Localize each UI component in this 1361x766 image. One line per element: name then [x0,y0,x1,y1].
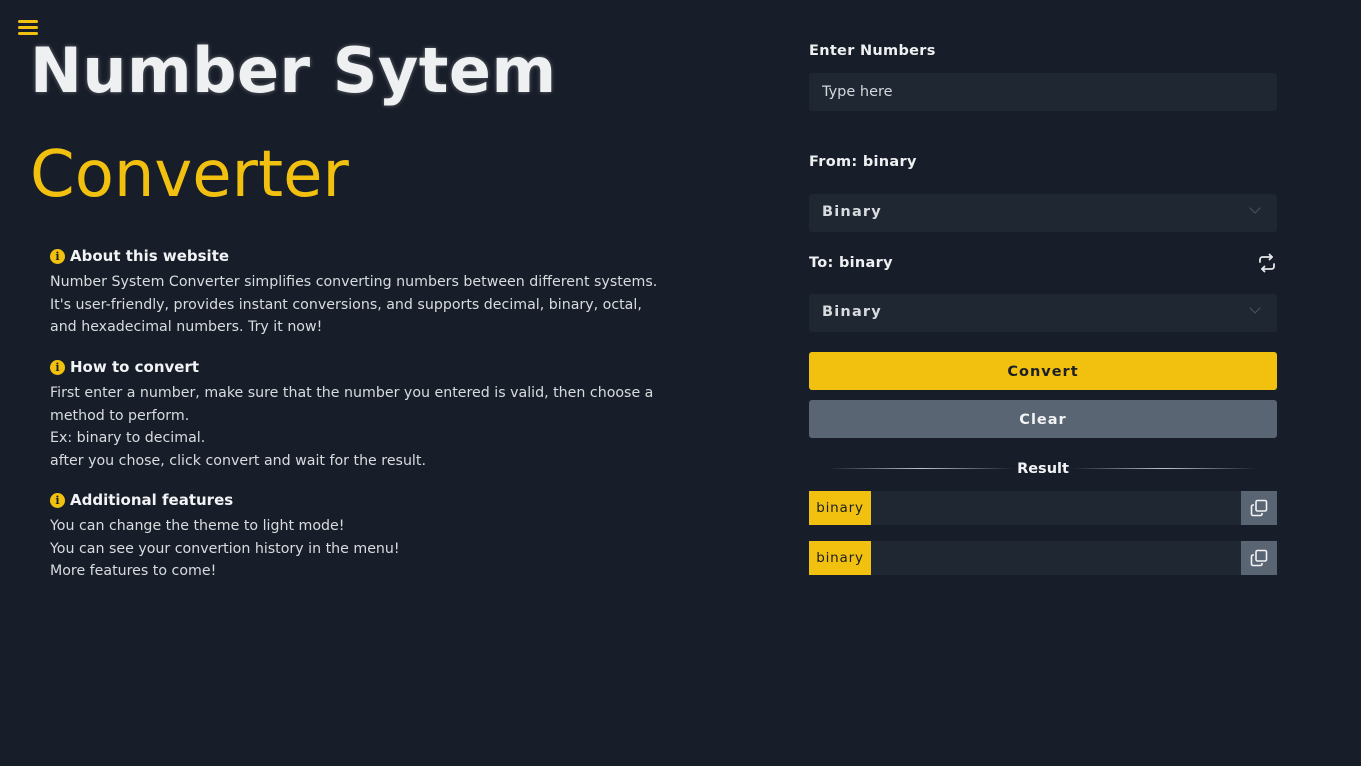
result-row: binary [809,491,1277,525]
result-divider: Result [809,458,1277,480]
number-input[interactable] [809,73,1277,111]
from-select-value: Binary [822,204,882,220]
about-heading-text: About this website [70,247,230,265]
page-title: Number Sytem [30,34,557,107]
about-heading: i About this website [50,247,660,265]
features-line: You can change the theme to light mode! [50,518,345,534]
to-label: To: binary [809,255,893,271]
copy-icon [1250,549,1268,567]
features-line: More features to come! [50,563,217,579]
features-line: You can see your convertion history in t… [50,540,400,557]
howto-line: Ex: binary to decimal. [50,430,206,446]
howto-line: after you chose, click convert and wait … [50,452,426,469]
result-heading: Result [1017,461,1069,477]
input-label: Enter Numbers [809,43,936,59]
info-icon: i [50,248,65,264]
copy-button[interactable] [1241,491,1277,525]
to-select[interactable]: Binary [809,294,1277,332]
result-tag: binary [809,491,871,525]
result-tag: binary [809,541,871,575]
clear-button[interactable]: Clear [809,400,1277,438]
info-icon: i [50,359,65,375]
features-section: i Additional features You can change the… [50,491,660,583]
about-section: i About this website Number System Conve… [50,247,660,339]
howto-heading-text: How to convert [70,358,200,376]
result-row: binary [809,541,1277,575]
info-icon: i [50,492,65,508]
divider-line [1072,468,1257,469]
howto-section: i How to convert First enter a number, m… [50,358,660,472]
chevron-down-icon [1249,302,1261,314]
howto-heading: i How to convert [50,358,660,376]
chevron-down-icon [1249,202,1261,214]
page-subtitle: Converter [30,138,349,212]
to-select-value: Binary [822,304,882,320]
features-heading-text: Additional features [70,491,234,509]
features-heading: i Additional features [50,491,660,509]
about-text: Number System Converter simplifies conve… [50,274,658,335]
from-label: From: binary [809,154,917,170]
howto-line: First enter a number, make sure that the… [50,385,654,424]
swap-arrows-icon[interactable] [1257,253,1277,273]
number-input-wrapper [809,73,1277,111]
convert-button[interactable]: Convert [809,352,1277,390]
from-select[interactable]: Binary [809,194,1277,232]
copy-icon [1250,499,1268,517]
page: Number Sytem Converter i About this webs… [0,0,1361,766]
copy-button[interactable] [1241,541,1277,575]
